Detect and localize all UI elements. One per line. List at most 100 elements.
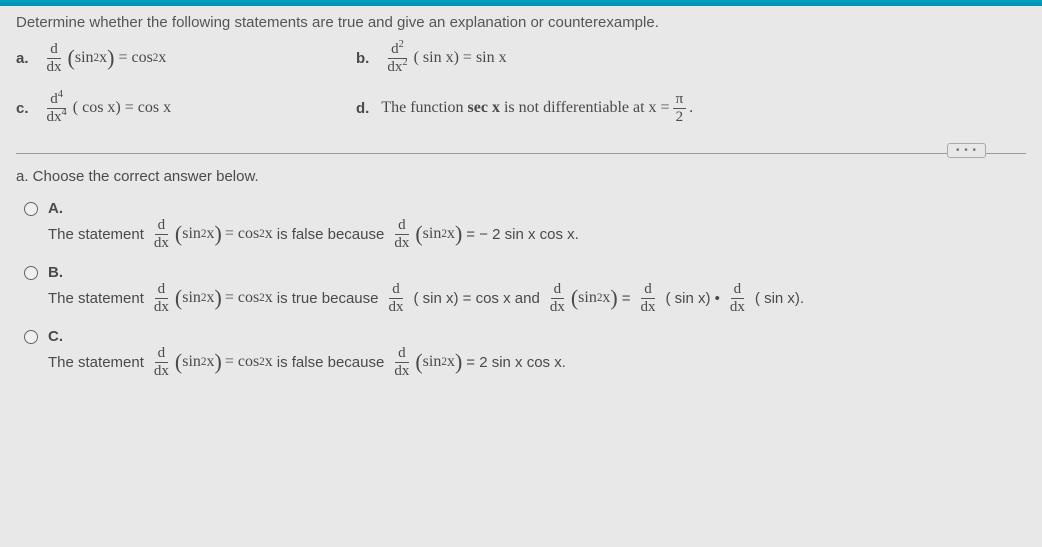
rp: )	[214, 289, 221, 307]
dx: dx	[387, 59, 402, 75]
frac-d4dx4: d4 dx4	[44, 91, 70, 125]
x: x	[447, 353, 455, 371]
arg: x	[99, 49, 107, 67]
d: dx	[727, 299, 748, 316]
t5: ( sin x) •	[666, 290, 720, 307]
n: d	[731, 281, 745, 299]
t1: The statement	[48, 226, 144, 243]
math-b: d2 dx2 ( sin x) = sin x	[381, 41, 506, 75]
x: x	[602, 289, 610, 307]
d: dx	[151, 235, 172, 252]
n: d	[395, 345, 409, 363]
main-content: Determine whether the following statemen…	[0, 6, 1042, 399]
math-c1: ddx ( sin2x ) = cos2x	[148, 345, 273, 379]
math-b5: ddx	[724, 281, 751, 315]
t4: =	[622, 290, 631, 307]
ddx: ddx	[547, 281, 568, 315]
d: dx	[151, 363, 172, 380]
n: d	[395, 217, 409, 235]
opt-c-container: C. The statement ddx ( sin2x ) = cos2x i…	[48, 327, 570, 379]
x2: x	[265, 289, 273, 307]
t2: is false because	[277, 354, 385, 371]
frac-pi2: π 2	[673, 91, 687, 125]
den: dx2	[384, 59, 410, 76]
problems-row-1: a. d dx ( sin 2 x ) = cos 2 x b. d2	[16, 41, 1026, 85]
t3: = 2 sin x cos x.	[466, 354, 566, 371]
opt-b-label: B.	[48, 264, 808, 281]
expr: ( sin x) = sin x	[414, 49, 507, 67]
two: 2	[673, 109, 687, 126]
x: x	[206, 289, 214, 307]
cos: = cos	[225, 289, 259, 307]
arg2: x	[158, 49, 166, 67]
ddx: ddx	[151, 217, 172, 251]
n: d	[155, 345, 169, 363]
lp: (	[415, 353, 422, 371]
text1: The function	[381, 99, 463, 117]
rp: )	[610, 289, 617, 307]
n: d	[155, 281, 169, 299]
cos: = cos	[225, 225, 259, 243]
d: dx	[547, 299, 568, 316]
lparen: (	[68, 49, 75, 67]
frac-d2dx2: d2 dx2	[384, 41, 410, 75]
problem-b: b. d2 dx2 ( sin x) = sin x	[356, 41, 796, 75]
label-b: b.	[356, 50, 369, 67]
ddx: ddx	[151, 345, 172, 379]
fn: sin	[75, 49, 94, 67]
d: dx	[638, 299, 659, 316]
d: dx	[391, 363, 412, 380]
sin: sin	[423, 353, 442, 371]
problem-d: d. The function sec x is not differentia…	[356, 91, 936, 125]
lp: (	[571, 289, 578, 307]
option-c[interactable]: C. The statement ddx ( sin2x ) = cos2x i…	[24, 327, 1026, 379]
ellipsis-icon[interactable]: • • •	[947, 143, 986, 158]
dx: dx	[47, 109, 62, 125]
ddx2: ddx	[391, 217, 412, 251]
n: d	[551, 281, 565, 299]
t3: ( sin x) = cos x and	[414, 290, 540, 307]
lp: (	[415, 225, 422, 243]
radio-b[interactable]	[24, 266, 38, 280]
expr: ( cos x) = cos x	[73, 99, 171, 117]
radio-c[interactable]	[24, 330, 38, 344]
divider-wrap: • • •	[16, 153, 1026, 154]
exp: 2	[402, 57, 407, 68]
x2: x	[265, 225, 273, 243]
sin: sin	[182, 353, 201, 371]
d: d	[50, 91, 58, 107]
sub-question-a: a. Choose the correct answer below.	[16, 168, 1026, 185]
option-b[interactable]: B. The statement ddx ( sin2x ) = cos2x i…	[24, 263, 1026, 315]
lp: (	[175, 353, 182, 371]
n: d	[155, 217, 169, 235]
radio-a[interactable]	[24, 202, 38, 216]
opt-c-label: C.	[48, 328, 570, 345]
option-a[interactable]: A. The statement ddx ( sin2x ) = cos2x i…	[24, 199, 1026, 251]
num: d	[47, 41, 61, 59]
x: x	[206, 353, 214, 371]
exp: 2	[399, 39, 404, 50]
math-a1: ddx ( sin2x ) = cos2x	[148, 217, 273, 251]
ddx: ddx	[386, 281, 407, 315]
t2: is false because	[277, 226, 385, 243]
secx: sec x	[468, 99, 500, 117]
lp: (	[175, 289, 182, 307]
rparen: )	[107, 49, 114, 67]
math-d: The function sec x is not differentiable…	[381, 91, 693, 125]
t2: is true because	[277, 290, 379, 307]
cos: = cos	[225, 353, 259, 371]
opt-a-container: A. The statement ddx ( sin2x ) = cos2x i…	[48, 199, 583, 251]
problem-a: a. d dx ( sin 2 x ) = cos 2 x	[16, 41, 356, 75]
d: dx	[386, 299, 407, 316]
label-d: d.	[356, 100, 369, 117]
label-a: a.	[16, 50, 29, 67]
period: .	[689, 99, 693, 117]
divider	[16, 153, 1026, 154]
d: d	[391, 41, 399, 57]
sin: sin	[578, 289, 597, 307]
math-a2: ddx ( sin2x )	[388, 217, 462, 251]
math-b4: ddx	[635, 281, 662, 315]
math-c: d4 dx4 ( cos x) = cos x	[41, 91, 172, 125]
pi: π	[673, 91, 687, 109]
n: d	[641, 281, 655, 299]
